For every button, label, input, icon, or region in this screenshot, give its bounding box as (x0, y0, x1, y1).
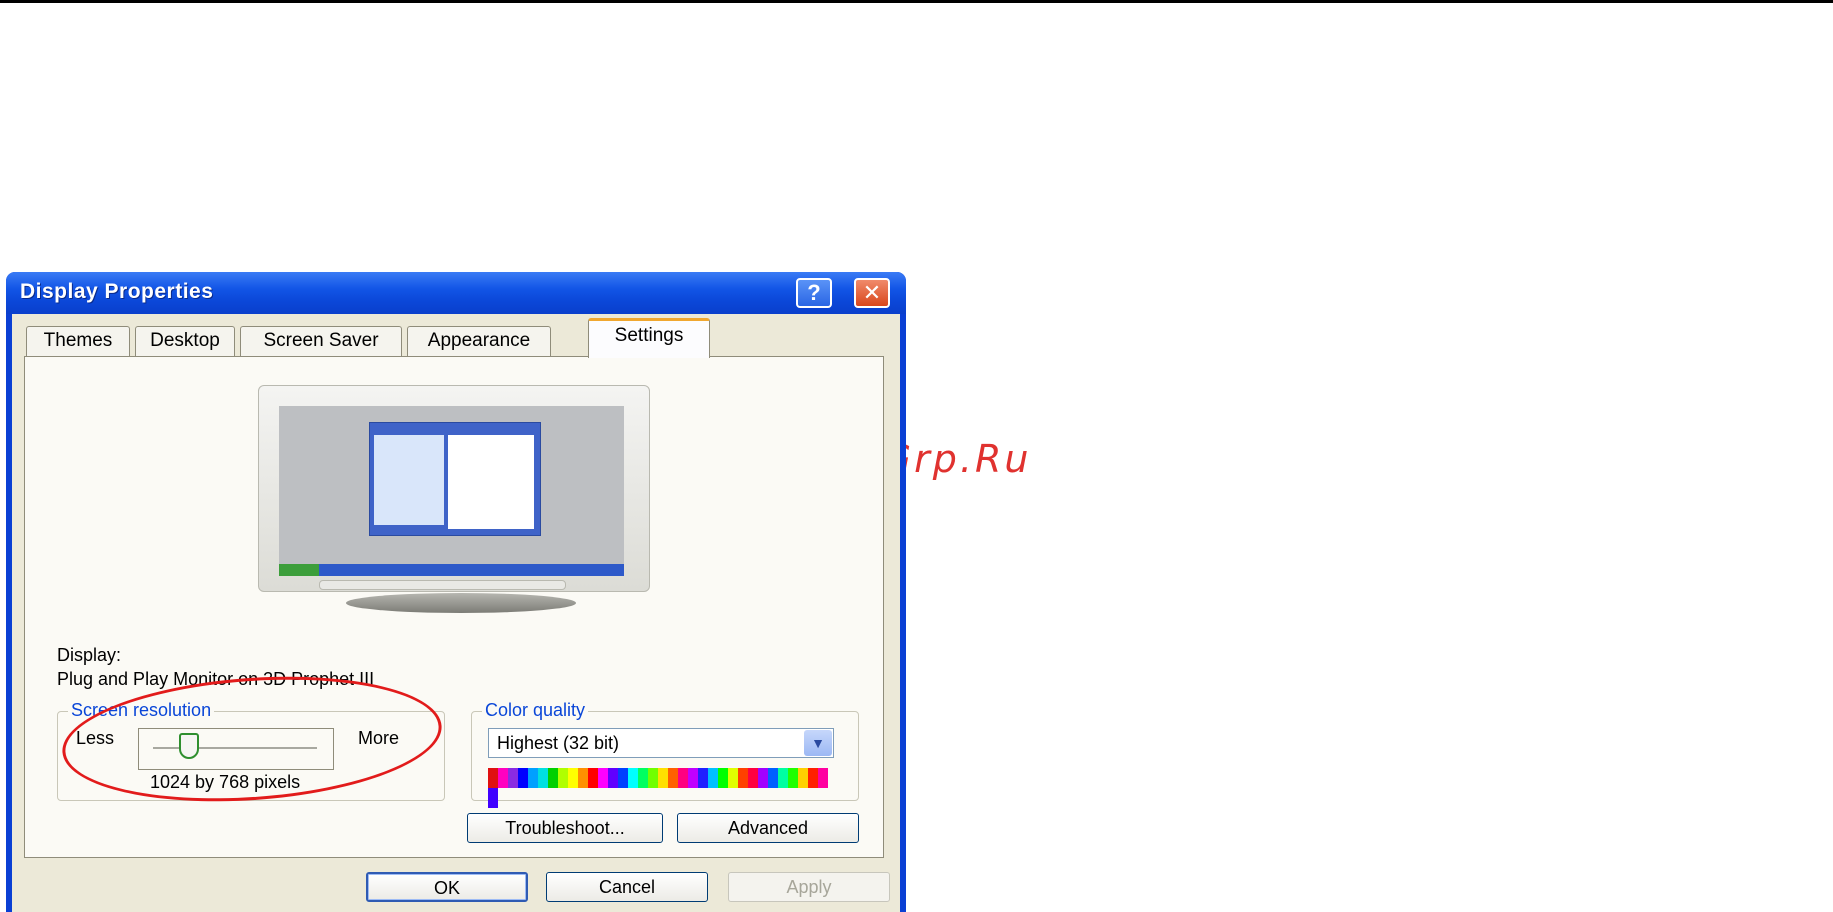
help-button[interactable]: ? (796, 278, 832, 308)
display-properties-window: Display Properties ? ✕ Themes Desktop Sc… (6, 272, 906, 912)
color-swatch (518, 768, 528, 788)
color-quality-select[interactable]: Highest (32 bit) ▼ (488, 728, 834, 758)
title-bar[interactable]: Display Properties ? ✕ (6, 272, 906, 314)
color-swatch (758, 768, 768, 788)
color-swatch (768, 768, 778, 788)
color-swatch (678, 768, 688, 788)
monitor-screen (279, 406, 624, 576)
preview-taskbar (279, 564, 624, 576)
color-swatch (628, 768, 638, 788)
color-swatch (738, 768, 748, 788)
display-caption: Display: (57, 645, 122, 665)
top-rule (0, 0, 1833, 3)
color-swatch (748, 768, 758, 788)
color-swatch (728, 768, 738, 788)
chevron-down-icon[interactable]: ▼ (804, 730, 832, 756)
monitor-preview (258, 385, 650, 592)
color-swatch (698, 768, 708, 788)
color-swatch (588, 768, 598, 788)
color-swatch (578, 768, 588, 788)
preview-window (369, 422, 541, 536)
tab-appearance[interactable]: Appearance (407, 326, 551, 356)
color-swatch (548, 768, 558, 788)
advanced-button[interactable]: Advanced (677, 813, 859, 843)
tab-settings[interactable]: Settings (588, 318, 710, 358)
color-swatch (648, 768, 658, 788)
tab-desktop[interactable]: Desktop (135, 326, 235, 356)
window-title: Display Properties (20, 280, 214, 303)
color-quality-value: Highest (32 bit) (497, 733, 620, 753)
monitor-stand (346, 593, 576, 613)
color-swatch (798, 768, 808, 788)
color-swatch (778, 768, 788, 788)
color-swatch (558, 768, 568, 788)
color-swatch (508, 768, 518, 788)
color-swatch (708, 768, 718, 788)
color-swatch (658, 768, 668, 788)
color-spectrum-bar (488, 768, 834, 808)
color-swatch (488, 788, 498, 808)
color-swatch (618, 768, 628, 788)
color-swatch (788, 768, 798, 788)
color-swatch (638, 768, 648, 788)
tab-screen-saver[interactable]: Screen Saver (240, 326, 402, 356)
color-swatch (598, 768, 608, 788)
color-swatch (818, 768, 828, 788)
cancel-button[interactable]: Cancel (546, 872, 708, 902)
dialog-client-area: Themes Desktop Screen Saver Appearance S… (12, 314, 900, 912)
color-swatch (668, 768, 678, 788)
close-button[interactable]: ✕ (854, 278, 890, 308)
monitor-bezel-base (319, 580, 566, 590)
ok-button[interactable]: OK (366, 872, 528, 902)
apply-button[interactable]: Apply (728, 872, 890, 902)
color-quality-group: Color quality Highest (32 bit) ▼ (471, 700, 859, 808)
color-swatch (498, 768, 508, 788)
color-swatch (688, 768, 698, 788)
color-swatch (808, 768, 818, 788)
color-swatch (608, 768, 618, 788)
color-swatch (488, 768, 498, 788)
tab-themes[interactable]: Themes (26, 326, 130, 356)
color-swatch (538, 768, 548, 788)
preview-window-left-pane (374, 435, 444, 525)
preview-start-button (279, 564, 319, 576)
color-swatch (718, 768, 728, 788)
preview-window-right-pane (448, 435, 534, 529)
color-swatch (528, 768, 538, 788)
color-quality-title: Color quality (482, 700, 589, 721)
troubleshoot-button[interactable]: Troubleshoot... (467, 813, 663, 843)
color-swatch (568, 768, 578, 788)
